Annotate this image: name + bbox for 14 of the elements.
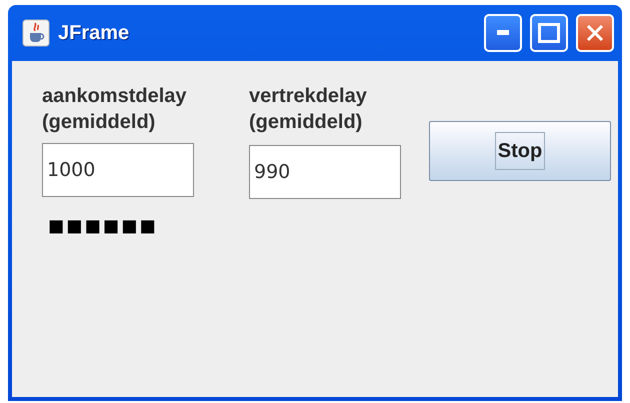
field-label: vertrekdelay (gemiddeld) [249,84,368,135]
field-label: aankomstdelay (gemiddeld) [42,84,188,135]
queue-marks: ■■■■■■ [48,213,159,240]
maximize-icon [538,23,560,43]
minimize-icon [497,30,509,36]
stop-button[interactable]: Stop [429,121,611,181]
maximize-button[interactable] [530,14,568,52]
delay-input[interactable]: 1000 [42,143,194,197]
close-button[interactable] [576,14,614,52]
minimize-button[interactable] [484,14,522,52]
window-title: JFrame [58,21,130,46]
java-cup-icon [22,19,50,47]
close-icon [585,23,605,43]
delay-input[interactable]: 990 [249,145,401,199]
